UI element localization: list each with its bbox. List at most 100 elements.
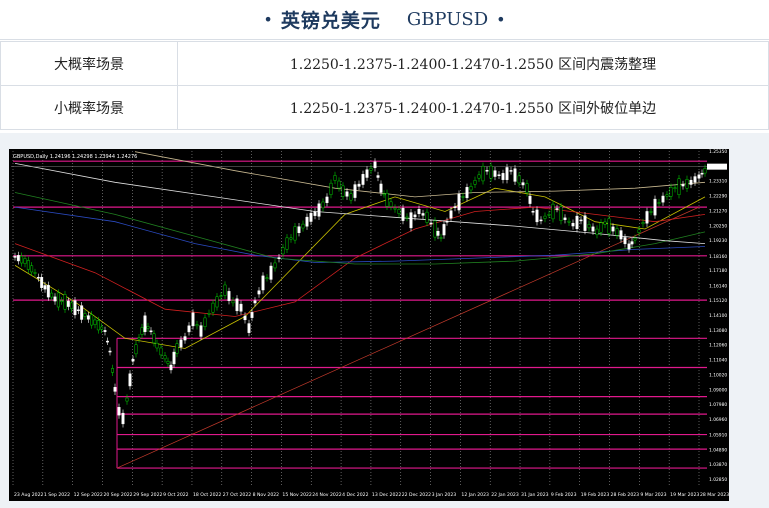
candle-body <box>53 296 57 302</box>
candle-body <box>623 237 627 245</box>
candle-body <box>305 216 309 227</box>
date-tick-label: 22 Jan 2023 <box>491 492 519 498</box>
candle-body <box>20 255 24 264</box>
candle-body <box>333 175 337 181</box>
candle-body <box>309 212 313 222</box>
price-tick-label: 1.09000 <box>709 387 727 393</box>
date-tick-label: 9 Feb 2023 <box>551 492 577 498</box>
candle-body <box>379 183 383 193</box>
candle-body <box>393 207 397 210</box>
candle-body <box>253 300 257 304</box>
candle-body <box>649 211 653 213</box>
date-tick-label: 8 Nov 2022 <box>253 492 280 498</box>
candle-body <box>493 170 497 177</box>
candle-body <box>361 174 365 185</box>
candle-body <box>215 296 219 308</box>
candle-body <box>615 228 619 236</box>
scenario-value-high: 1.2250-1.2375-1.2400-1.2470-1.2550 区间内震荡… <box>177 41 769 86</box>
table-row: 小概率场景 1.2250-1.2375-1.2400-1.2470-1.2550… <box>0 85 769 130</box>
scenario-value-low: 1.2250-1.2375-1.2400-1.2470-1.2550 区间外破位… <box>177 85 769 130</box>
price-chart[interactable]: 23 Aug 2022 1 Sep 2022 12 Sep 2022 20 Sep 2… <box>9 149 729 501</box>
date-tick-label: 19 Feb 2023 <box>581 492 610 498</box>
candle-body <box>429 222 433 225</box>
candle-body <box>555 208 559 210</box>
candle-body <box>187 325 191 333</box>
price-tick-label: 1.17180 <box>709 268 727 274</box>
candle-body <box>693 176 697 183</box>
candle-body <box>265 277 269 279</box>
candle-body <box>457 193 461 211</box>
candle-body <box>525 183 529 194</box>
price-tick-label: 1.04890 <box>709 447 727 453</box>
date-tick-label: 29 Sep 2022 <box>133 492 162 498</box>
candle-body <box>137 337 141 340</box>
date-tick-label: 13 Dec 2022 <box>372 492 401 498</box>
candle-body <box>199 325 203 337</box>
candle-body <box>382 193 386 196</box>
candle-body <box>583 215 587 231</box>
candle-body <box>531 211 535 213</box>
candle-body <box>70 302 74 309</box>
candle-body <box>100 326 104 330</box>
candle-body <box>551 203 555 220</box>
date-tick-label: 4 Dec 2022 <box>342 492 369 498</box>
date-tick-label: 22 Dec 2022 <box>402 492 431 498</box>
candle-body <box>239 303 243 312</box>
price-tick-label: 1.20250 <box>709 223 727 229</box>
candle-body <box>469 186 473 191</box>
candle-body <box>169 364 173 371</box>
candle-body <box>166 360 170 364</box>
candle-body <box>571 222 575 227</box>
candle-body <box>76 309 80 312</box>
candle-body <box>607 218 611 234</box>
date-tick-label: 23 Aug 2022 <box>14 492 44 498</box>
candle-body <box>681 184 685 187</box>
candle-body <box>547 214 551 216</box>
candle-body <box>513 168 517 182</box>
candle-body <box>543 215 547 219</box>
candle-body <box>46 285 50 298</box>
candle-body <box>195 324 199 327</box>
page-title-symbol: GBPUSD <box>406 9 489 30</box>
date-tick-label: 20 Sep 2022 <box>103 492 132 498</box>
candle-body <box>146 326 150 329</box>
candle-body <box>505 167 509 180</box>
price-tick-label: 1.21270 <box>709 208 727 214</box>
candle-body <box>575 215 579 229</box>
candle-body <box>657 202 661 204</box>
candle-body <box>117 407 121 416</box>
candle-body <box>26 260 30 270</box>
date-tick-label: 28 Mar 2023 <box>700 492 729 498</box>
candle-body <box>473 180 477 185</box>
candle-body <box>497 174 501 176</box>
candle-body <box>603 221 607 225</box>
price-tick-label: 1.23310 <box>709 179 727 185</box>
date-tick-label: 3 Jan 2023 <box>432 492 457 498</box>
date-tick-label: 18 Oct 2022 <box>193 492 221 498</box>
candle-body <box>413 214 417 218</box>
date-tick-label: 15 Nov 2022 <box>282 492 311 498</box>
candle-body <box>700 172 704 175</box>
candle-body <box>353 184 357 198</box>
candle-body <box>83 313 87 317</box>
candle-body <box>125 397 129 402</box>
candle-body <box>567 220 571 223</box>
candle-body <box>149 330 153 333</box>
candle-body <box>277 257 281 259</box>
candle-body <box>106 340 109 343</box>
candle-body <box>43 285 47 290</box>
candle-body <box>231 300 235 304</box>
candle-body <box>203 317 207 327</box>
chart-symbol-label: GBPUSD,Daily 1.24196 1.24298 1.23944 1.2… <box>13 154 137 160</box>
candle-body <box>425 211 429 223</box>
candle-body <box>611 226 615 232</box>
candle-body <box>365 169 369 178</box>
candle-body <box>172 351 176 365</box>
price-tick-label: 1.13080 <box>709 328 727 334</box>
candle-body <box>36 276 40 279</box>
candle-body <box>128 373 132 387</box>
candle-body <box>673 187 677 190</box>
candle-body <box>535 209 539 223</box>
candle-body <box>273 262 277 269</box>
date-tick-label: 31 Jan 2023 <box>521 492 549 498</box>
